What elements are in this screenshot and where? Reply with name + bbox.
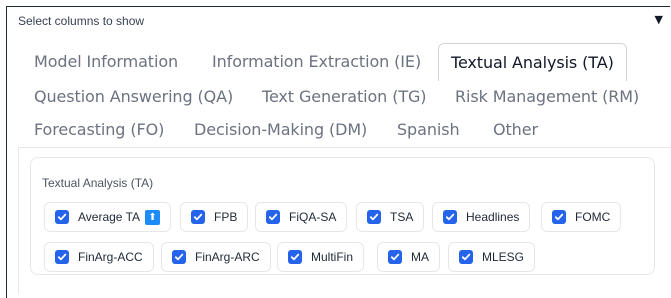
- tab-information-extraction[interactable]: Information Extraction (IE): [212, 52, 421, 71]
- option-mlesg[interactable]: MLESG: [448, 242, 536, 272]
- option-ma[interactable]: MA: [377, 242, 440, 272]
- option-average-ta[interactable]: Average TA ⬆: [44, 202, 172, 232]
- option-fiqa-sa[interactable]: FiQA-SA: [255, 202, 348, 232]
- tab-spanish[interactable]: Spanish: [397, 120, 460, 139]
- tab-decision-making[interactable]: Decision-Making (DM): [194, 120, 367, 139]
- checkbox-checked-icon[interactable]: [552, 210, 566, 224]
- option-label: MultiFin: [311, 250, 354, 264]
- checkbox-checked-icon[interactable]: [288, 250, 302, 264]
- checkbox-checked-icon[interactable]: [266, 210, 280, 224]
- option-fomc[interactable]: FOMC: [541, 202, 622, 232]
- option-label: Headlines: [466, 210, 520, 224]
- option-label: FinArg-ACC: [78, 250, 143, 264]
- checkbox-checked-icon[interactable]: [443, 210, 457, 224]
- tab-forecasting[interactable]: Forecasting (FO): [34, 120, 164, 139]
- option-label: MLESG: [482, 250, 525, 264]
- option-label: TSA: [390, 210, 414, 224]
- tab-risk-management[interactable]: Risk Management (RM): [455, 87, 639, 106]
- option-label: FinArg-ARC: [195, 250, 260, 264]
- collapse-caret-icon[interactable]: ▼: [655, 13, 663, 26]
- tab-text-generation[interactable]: Text Generation (TG): [262, 87, 427, 106]
- checkbox-checked-icon[interactable]: [459, 250, 473, 264]
- option-label: FPB: [214, 210, 238, 224]
- tab-panel-textual-analysis: Textual Analysis (TA) Average TA ⬆ FPB F…: [18, 148, 671, 293]
- checkbox-checked-icon[interactable]: [172, 250, 186, 264]
- checkbox-checked-icon[interactable]: [55, 210, 69, 224]
- option-label: MA: [411, 250, 429, 264]
- checkbox-checked-icon[interactable]: [388, 250, 402, 264]
- tab-textual-analysis[interactable]: Textual Analysis (TA): [438, 43, 627, 81]
- option-tsa[interactable]: TSA: [356, 202, 425, 232]
- option-label: FiQA-SA: [289, 210, 337, 224]
- option-multifin[interactable]: MultiFin: [277, 242, 365, 272]
- option-label: Average TA: [78, 210, 141, 224]
- checkbox-checked-icon[interactable]: [191, 210, 205, 224]
- checkbox-group: Textual Analysis (TA) Average TA ⬆ FPB F…: [30, 157, 655, 275]
- checkbox-checked-icon[interactable]: [55, 250, 69, 264]
- checkbox-group-title: Textual Analysis (TA): [42, 176, 154, 190]
- up-arrow-badge-icon: ⬆: [145, 209, 161, 225]
- column-selector-label: Select columns to show: [18, 14, 145, 28]
- option-finarg-acc[interactable]: FinArg-ACC: [44, 242, 154, 272]
- tab-question-answering[interactable]: Question Answering (QA): [34, 87, 233, 106]
- tab-other[interactable]: Other: [493, 120, 538, 139]
- option-label: FOMC: [575, 210, 611, 224]
- tab-model-information[interactable]: Model Information: [34, 52, 178, 71]
- option-fpb[interactable]: FPB: [180, 202, 249, 232]
- option-finarg-arc[interactable]: FinArg-ARC: [161, 242, 271, 272]
- checkbox-checked-icon[interactable]: [367, 210, 381, 224]
- option-headlines[interactable]: Headlines: [432, 202, 531, 232]
